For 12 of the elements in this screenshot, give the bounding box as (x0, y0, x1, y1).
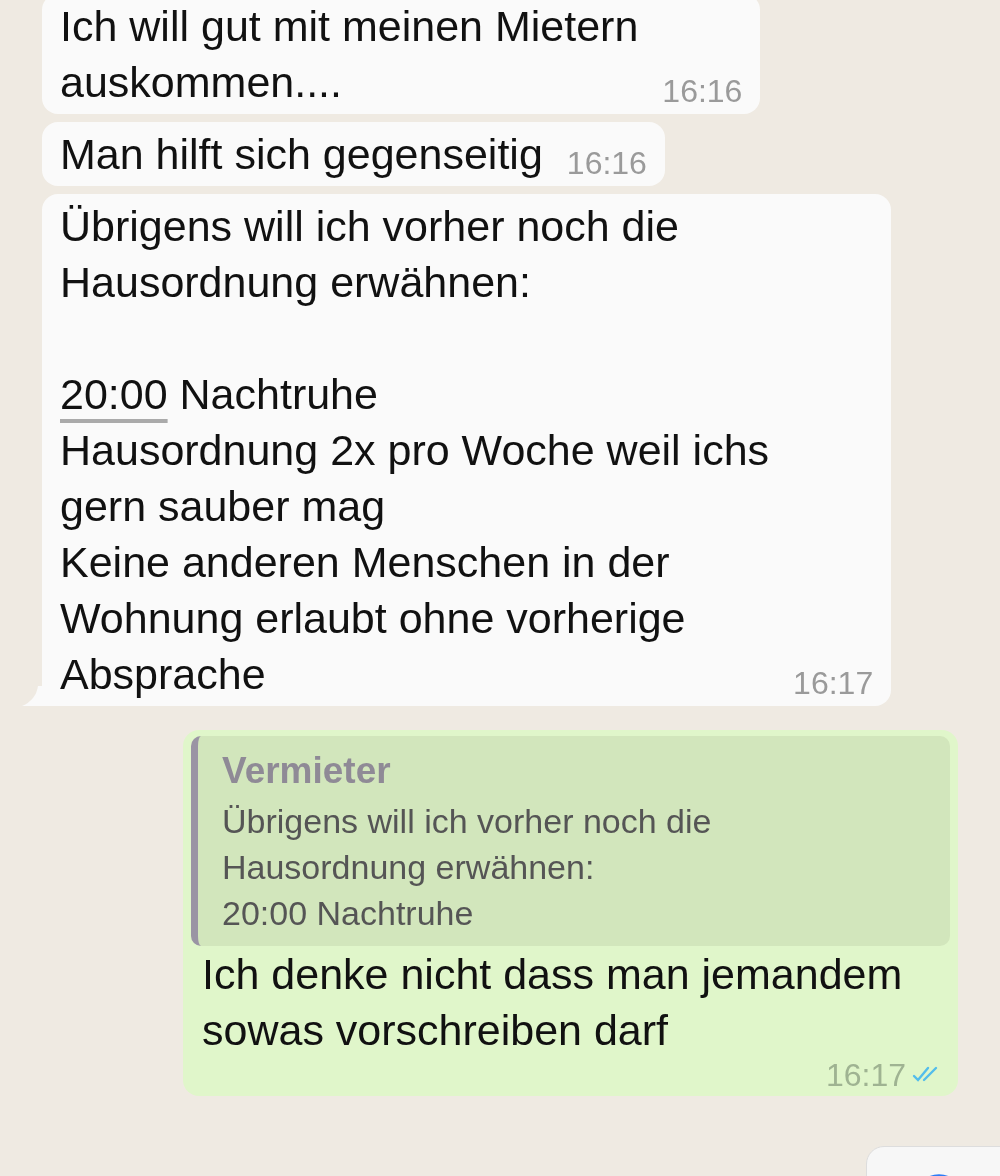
message-text: Übrigens will ich vorher noch die Hausordnung erwähnen: 20:00 Nachtruhe Hausordnung 2x pro Woche weil ichs gern sauber mag Keine anderen Menschen in der Wohnung erlaubt ohne vorherige Absprache (60, 201, 770, 700)
message-time: 16:16 (566, 146, 647, 180)
date-link[interactable]: 20:00 (60, 370, 168, 418)
message-text: Ich denke nicht dass man jemandem sowas vorschreiben darf (202, 949, 903, 1056)
quote-author: Vermieter (222, 750, 392, 792)
message-time: 16:16 (662, 74, 743, 108)
quoted-message[interactable]: Vermieter Übrigens will ich vorher noch die Hausordnung erwähnen: 20:00 Nachtruhe (191, 736, 950, 946)
quote-text: Übrigens will ich vorher noch die Hausordnung erwähnen: 20:00 Nachtruhe (222, 801, 713, 934)
message-text: Man hilft sich gegenseitig (60, 129, 543, 180)
message-time: 16:17 (793, 666, 874, 700)
message-text: Ich will gut mit meinen Mietern auskommen.... (60, 1, 639, 108)
message-time: 16:17 (825, 1058, 906, 1092)
